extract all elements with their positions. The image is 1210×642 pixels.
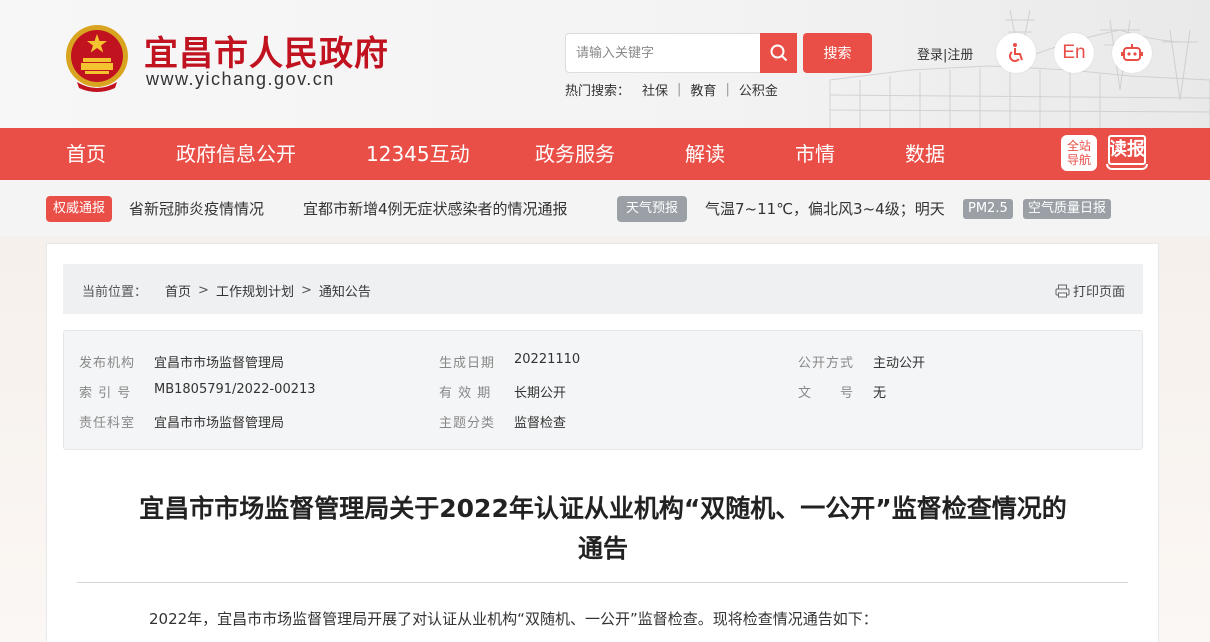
meta-value-index: MB1805791/2022-00213 [154, 382, 316, 397]
weather-tag: 天气预报 [617, 196, 687, 222]
accessibility-button[interactable] [996, 33, 1036, 73]
meta-value-publisher: 宜昌市市场监督管理局 [154, 356, 285, 371]
meta-key-topic: 主题分类 [439, 416, 496, 431]
register-link[interactable]: 注册 [947, 48, 973, 63]
meta-key-validity: 有 效 期 [439, 386, 492, 401]
title-divider [77, 582, 1128, 583]
english-button[interactable]: En [1054, 33, 1094, 73]
site-navigation-button[interactable]: 全站 导航 [1061, 135, 1097, 171]
guide-label-line1: 全站 [1066, 139, 1091, 153]
print-page-button[interactable]: 打印页面 [1055, 281, 1125, 300]
nav-item-interpretation[interactable]: 解读 [685, 128, 725, 180]
search-input[interactable] [566, 34, 756, 72]
meta-value-docno: 无 [873, 386, 887, 401]
meta-value-date: 20221110 [514, 352, 581, 367]
hot-term-link[interactable]: 社保 [642, 80, 668, 99]
hot-search-label: 热门搜索： [565, 84, 631, 99]
article-title: 宜昌市市场监督管理局关于2022年认证从业机构“双随机、一公开”监督检查情况的 … [70, 489, 1136, 569]
login-link[interactable]: 登录 [917, 48, 943, 63]
breadcrumb-separator: > [300, 283, 312, 298]
search-icon-button[interactable] [760, 33, 797, 73]
site-title[interactable]: 宜昌市人民政府 [144, 26, 389, 75]
air-quality-link[interactable]: 空气质量日报 [1023, 199, 1112, 219]
article-title-line1: 宜昌市市场监督管理局关于2022年认证从业机构“双随机、一公开”监督检查情况的 [139, 494, 1067, 523]
nav-item-home[interactable]: 首页 [66, 128, 106, 180]
notice-link[interactable]: 省新冠肺炎疫情情况 [129, 198, 264, 219]
breadcrumb-home[interactable]: 首页 [165, 281, 191, 300]
separator: | [725, 82, 730, 97]
meta-value-validity: 长期公开 [514, 386, 567, 401]
wheelchair-icon [1009, 43, 1023, 62]
meta-key-dept: 责任科室 [79, 416, 136, 431]
main-nav: 首页 政府信息公开 12345互动 政务服务 解读 市情 数据 全站 导航 读报 [0, 128, 1210, 180]
site-url: www.yichang.gov.cn [146, 69, 335, 89]
meta-key-index: 索 引 号 [79, 386, 132, 401]
meta-value-topic: 监督检查 [514, 416, 567, 431]
breadcrumb-separator: > [198, 283, 209, 298]
breadcrumb-plans[interactable]: 工作规划计划 [216, 281, 294, 300]
nav-item-services[interactable]: 政务服务 [535, 128, 615, 180]
guide-label-line2: 导航 [1066, 153, 1091, 167]
search-icon [770, 44, 787, 62]
meta-key-docno: 文 号 [798, 386, 855, 401]
hot-term-link[interactable]: 教育 [690, 80, 716, 99]
meta-key-mode: 公开方式 [798, 356, 855, 371]
meta-key-publisher: 发布机构 [79, 356, 136, 371]
hot-term-link[interactable]: 公积金 [739, 80, 778, 99]
document-metadata: 发布机构 宜昌市市场监督管理局 生成日期 20221110 公开方式 主动公开 … [63, 330, 1143, 450]
notice-link[interactable]: 宜都市新增4例无症状感染者的情况通报 [303, 198, 568, 219]
meta-value-dept: 宜昌市市场监督管理局 [154, 416, 285, 431]
nav-item-gov-info[interactable]: 政府信息公开 [176, 128, 296, 180]
authority-notice-tag: 权威通报 [46, 196, 112, 222]
english-label: En [1062, 42, 1086, 63]
meta-value-mode: 主动公开 [873, 356, 926, 371]
read-newspaper-button[interactable]: 读报 [1106, 134, 1148, 172]
pm25-badge[interactable]: PM2.5 [963, 199, 1013, 219]
breadcrumb: 当前位置： 首页 > 工作规划计划 > 通知公告 [63, 264, 1143, 314]
nav-item-city[interactable]: 市情 [795, 128, 835, 180]
robot-assistant-button[interactable] [1112, 33, 1152, 73]
book-base-icon [1106, 164, 1148, 170]
hot-search: 热门搜索： 社保 | 教育 | 公积金 [565, 80, 778, 99]
breadcrumb-notices[interactable]: 通知公告 [319, 281, 371, 300]
account-links: 登录|注册 [917, 44, 973, 63]
meta-key-date: 生成日期 [439, 356, 496, 371]
weather-text: 气温7~11℃，偏北风3~4级；明天 [705, 200, 945, 218]
search-button[interactable]: 搜索 [803, 33, 872, 73]
read-label: 读报 [1109, 139, 1145, 160]
printer-icon [1055, 284, 1070, 297]
national-emblem-logo [66, 25, 128, 92]
article-title-line2: 通告 [577, 534, 628, 563]
nav-item-data[interactable]: 数据 [905, 128, 945, 180]
print-label: 打印页面 [1073, 285, 1126, 300]
nav-item-12345[interactable]: 12345互动 [366, 128, 470, 180]
separator: | [677, 82, 682, 97]
breadcrumb-label: 当前位置： [82, 285, 148, 300]
robot-icon [1121, 44, 1143, 61]
article-paragraph: 2022年，宜昌市市场监督管理局开展了对认证从业机构“双随机、一公开”监督检查。… [149, 610, 878, 628]
